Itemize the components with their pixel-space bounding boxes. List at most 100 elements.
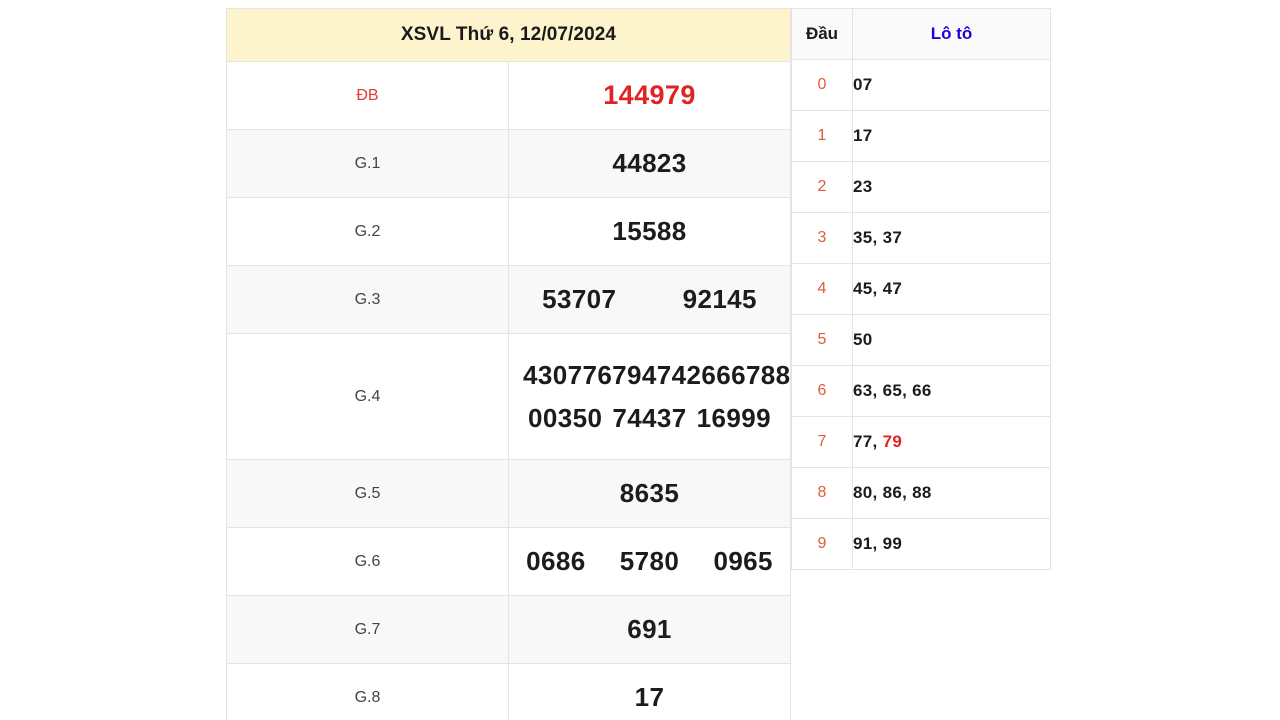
prize-values-g3: 53707 92145 [508, 265, 791, 334]
prize-label-db: ĐB [226, 61, 509, 130]
table-row-g2: G.2 15588 [226, 197, 791, 266]
loto-dau-value: 6 [791, 365, 853, 417]
prize-values-g2: 15588 [508, 197, 791, 266]
table-row: 9 91, 99 [791, 518, 1051, 570]
number-group: 691 [509, 614, 790, 645]
number-group: 8635 [509, 478, 790, 509]
loto-numbers: 23 [852, 161, 1051, 213]
prize-number: 44823 [612, 148, 687, 178]
loto-number: 88 [912, 483, 932, 502]
prize-label-g1: G.1 [226, 129, 509, 198]
prize-values-db: 144979 [508, 61, 791, 130]
loto-dau-value: 8 [791, 467, 853, 519]
number-group: 0686 5780 0965 [509, 546, 790, 577]
number-group-line2: 00350 74437 16999 [523, 403, 776, 434]
prize-number: 5780 [619, 546, 680, 576]
loto-number: 47 [882, 279, 903, 298]
loto-number: 07 [853, 75, 873, 94]
prize-number: 74437 [612, 402, 687, 433]
page-title: XSVL Thứ 6, 12/07/2024 [226, 8, 791, 62]
lottery-results-table: XSVL Thứ 6, 12/07/2024 ĐB 144979 G.1 448… [226, 8, 820, 720]
prize-values-g1: 44823 [508, 129, 791, 198]
prize-number: 691 [627, 614, 672, 644]
prize-values-g8: 17 [508, 663, 791, 720]
table-row: 2 23 [791, 161, 1051, 213]
loto-dau-value: 1 [791, 110, 853, 162]
loto-dau-value: 2 [791, 161, 853, 213]
prize-number: 144979 [603, 80, 696, 110]
prize-number: 67947 [597, 359, 672, 390]
loto-numbers: 07 [852, 59, 1051, 111]
prize-label-g6: G.6 [226, 527, 509, 596]
prize-number: 43077 [523, 359, 598, 390]
loto-number-highlighted: 79 [882, 432, 903, 451]
prize-number: 42666 [671, 359, 746, 390]
loto-numbers: 80, 86, 88 [852, 467, 1051, 519]
loto-numbers: 77, 79 [852, 416, 1051, 468]
prize-number: 15588 [612, 216, 687, 246]
table-row-g3: G.3 53707 92145 [226, 265, 791, 334]
loto-dau-value: 7 [791, 416, 853, 468]
table-row-db: ĐB 144979 [226, 61, 791, 130]
loto-dau-value: 0 [791, 59, 853, 111]
loto-body: 0 07 1 17 2 23 3 35, 37 4 45, 47 5 50 6 … [791, 59, 1051, 570]
table-row-g6: G.6 0686 5780 0965 [226, 527, 791, 596]
loto-dau-value: 4 [791, 263, 853, 315]
loto-number: 99 [882, 534, 903, 553]
results-title-row: XSVL Thứ 6, 12/07/2024 [226, 8, 791, 62]
table-row: 4 45, 47 [791, 263, 1051, 315]
loto-numbers: 91, 99 [852, 518, 1051, 570]
table-row-g5: G.5 8635 [226, 459, 791, 528]
loto-numbers: 50 [852, 314, 1051, 366]
table-row: 3 35, 37 [791, 212, 1051, 264]
loto-number: 50 [853, 330, 873, 349]
number-group: 53707 92145 [509, 284, 790, 315]
prize-label-g8: G.8 [226, 663, 509, 720]
loto-numbers: 17 [852, 110, 1051, 162]
prize-values-g4: 43077 67947 42666 78863 00350 74437 1699… [508, 333, 820, 460]
prize-label-g5: G.5 [226, 459, 509, 528]
table-row: 1 17 [791, 110, 1051, 162]
table-row-g4: G.4 43077 67947 42666 78863 00350 74437 … [226, 333, 820, 460]
number-group: 15588 [509, 216, 790, 247]
loto-number: 35 [853, 228, 873, 247]
prize-values-g5: 8635 [508, 459, 791, 528]
prize-number: 8635 [619, 478, 680, 508]
loto-table: Đầu Lô tô 0 07 1 17 2 23 3 35, 37 4 45, … [791, 8, 1051, 570]
loto-number: 91 [853, 534, 873, 553]
prize-values-g6: 0686 5780 0965 [508, 527, 791, 596]
prize-values-g7: 691 [508, 595, 791, 664]
number-group: 44823 [509, 148, 790, 179]
loto-number: 66 [912, 381, 932, 400]
prize-number: 17 [634, 682, 665, 712]
loto-header-row: Đầu Lô tô [791, 8, 1051, 60]
loto-number: 77 [853, 432, 873, 451]
table-row: 7 77, 79 [791, 416, 1051, 468]
prize-number: 92145 [682, 284, 757, 314]
loto-number: 86 [882, 483, 903, 502]
loto-header-loto: Lô tô [852, 8, 1051, 60]
prize-number: 00350 [528, 402, 603, 433]
prize-label-g3: G.3 [226, 265, 509, 334]
table-row-g1: G.1 44823 [226, 129, 791, 198]
loto-number: 80 [853, 483, 873, 502]
loto-header-dau: Đầu [791, 8, 853, 60]
table-row: 5 50 [791, 314, 1051, 366]
lottery-results-page: XSVL Thứ 6, 12/07/2024 ĐB 144979 G.1 448… [0, 0, 1280, 720]
prize-number: 0686 [526, 546, 586, 576]
loto-dau-value: 5 [791, 314, 853, 366]
prize-label-g2: G.2 [226, 197, 509, 266]
prize-number: 16999 [696, 402, 771, 433]
table-row: 8 80, 86, 88 [791, 467, 1051, 519]
loto-number: 17 [853, 126, 873, 145]
loto-number: 45 [853, 279, 873, 298]
table-row-g8: G.8 17 [226, 663, 791, 720]
prize-label-g7: G.7 [226, 595, 509, 664]
number-stack: 43077 67947 42666 78863 00350 74437 1699… [509, 359, 820, 434]
prize-number: 0965 [713, 546, 773, 576]
table-row-g7: G.7 691 [226, 595, 791, 664]
loto-dau-value: 9 [791, 518, 853, 570]
loto-number: 65 [882, 381, 903, 400]
loto-number: 23 [853, 177, 873, 196]
number-group-line1: 43077 67947 42666 78863 [523, 359, 820, 391]
